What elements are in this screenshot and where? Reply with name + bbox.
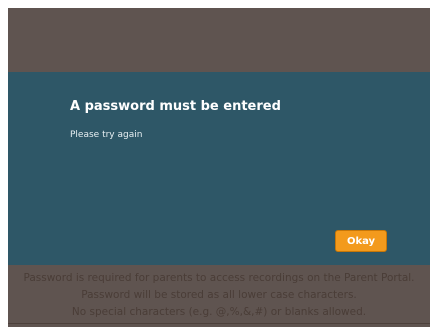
requirement-line: No special characters (e.g. @,%,&,#) or … [71, 306, 367, 318]
dialog-title: A password must be entered [70, 99, 281, 114]
divider [8, 323, 430, 324]
password-requirements: Password is required for parents to acce… [8, 270, 430, 321]
okay-button[interactable]: Okay [335, 230, 387, 252]
app-frame: Password is required for parents to acce… [8, 8, 430, 327]
dialog-message: Please try again [70, 130, 143, 140]
requirement-line: Password will be stored as all lower cas… [81, 289, 357, 301]
alert-dialog: A password must be entered Please try ag… [8, 72, 430, 265]
requirement-line: Password is required for parents to acce… [23, 272, 415, 284]
